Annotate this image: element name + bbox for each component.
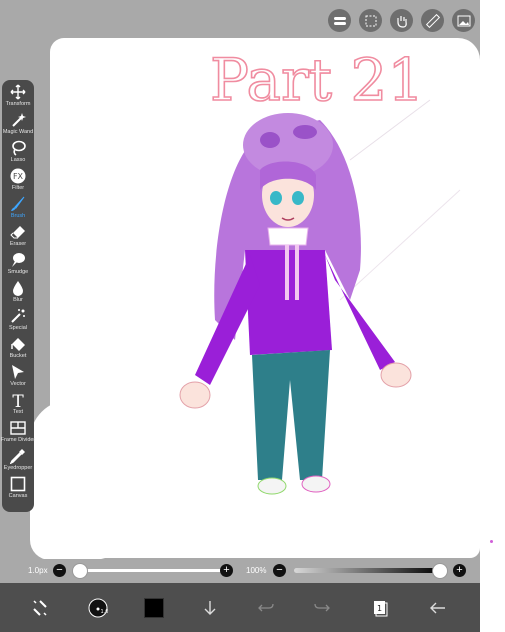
tool-special[interactable]: Special xyxy=(2,308,34,336)
tool-label: Brush xyxy=(10,213,26,219)
smudge-icon xyxy=(12,253,25,267)
brush-size-label: 1.0px xyxy=(28,566,48,575)
brush-settings-button[interactable]: 1.0 xyxy=(86,596,110,620)
svg-text:T: T xyxy=(12,392,24,408)
frame-divider-icon xyxy=(10,421,26,435)
tool-vector[interactable]: Vector xyxy=(2,364,34,392)
undo-icon xyxy=(258,603,274,612)
ruler-button[interactable] xyxy=(421,9,444,32)
tool-label: Filter xyxy=(11,185,25,191)
tool-eraser[interactable]: Eraser xyxy=(2,224,34,252)
tool-label: Transform xyxy=(5,101,31,107)
vector-icon xyxy=(12,365,24,379)
text-icon: T xyxy=(12,392,24,408)
tool-transform[interactable]: Transform xyxy=(2,84,34,112)
download-icon xyxy=(204,601,216,615)
tool-label: Blur xyxy=(13,297,23,303)
lasso-icon xyxy=(12,140,26,156)
tool-label: Special xyxy=(8,325,28,331)
back-button[interactable] xyxy=(426,596,450,620)
hand-icon xyxy=(396,15,407,28)
canvas-dot xyxy=(490,540,493,543)
tool-label: Text xyxy=(12,409,24,415)
tool-blur[interactable]: Blur xyxy=(2,280,34,308)
download-button[interactable] xyxy=(198,596,222,620)
fx-icon: FX xyxy=(10,168,26,184)
brush-size-knob[interactable] xyxy=(72,563,88,579)
selection-button[interactable] xyxy=(359,9,382,32)
character-artwork: Part 21 xyxy=(179,45,461,495)
eyedropper-icon xyxy=(10,449,25,464)
canvas-icon xyxy=(10,476,26,492)
redo-button[interactable] xyxy=(310,596,334,620)
magic-wand-icon xyxy=(12,113,26,127)
eraser-icon xyxy=(10,226,25,239)
tool-filter[interactable]: FX Filter xyxy=(2,168,34,196)
ruler-icon xyxy=(425,13,440,28)
tool-lasso[interactable]: Lasso xyxy=(2,140,34,168)
svg-text:1.0: 1.0 xyxy=(101,609,109,615)
image-icon xyxy=(457,15,470,26)
tool-label: Smudge xyxy=(7,269,29,275)
blur-icon xyxy=(13,281,23,296)
slider-bar: 1.0px − + 100% − + xyxy=(0,559,480,583)
opacity-knob[interactable] xyxy=(432,563,448,579)
quick-menu-icon xyxy=(33,600,47,616)
opacity-decrease-button[interactable]: − xyxy=(273,564,286,577)
tool-brush[interactable]: Brush xyxy=(2,196,34,224)
tool-label: Canvas xyxy=(8,493,28,499)
undo-button[interactable] xyxy=(254,596,278,620)
tool-label: Vector xyxy=(10,381,26,387)
color-button[interactable] xyxy=(142,596,166,620)
canvas-title-text: Part 21 xyxy=(210,46,424,114)
tool-canvas[interactable]: Canvas xyxy=(2,476,34,504)
brush-settings-icon: 1.0 xyxy=(88,598,108,618)
layers-button[interactable]: 1 xyxy=(368,596,392,620)
opacity-increase-button[interactable]: + xyxy=(453,564,466,577)
canvas-paint-spill xyxy=(30,400,150,560)
tool-text[interactable]: T Text xyxy=(2,392,34,420)
image-button[interactable] xyxy=(452,9,475,32)
redo-icon xyxy=(314,603,330,612)
toggle-button[interactable] xyxy=(328,9,351,32)
tool-label: Eraser xyxy=(9,241,27,247)
tool-label: Lasso xyxy=(10,157,26,163)
tool-eyedropper[interactable]: Eyedropper xyxy=(2,448,34,476)
top-toolbar xyxy=(328,9,475,32)
tool-label: Eyedropper xyxy=(3,465,33,471)
tool-smudge[interactable]: Smudge xyxy=(2,252,34,280)
brush-size-decrease-button[interactable]: − xyxy=(53,564,66,577)
tool-bucket[interactable]: Bucket xyxy=(2,336,34,364)
bucket-icon xyxy=(11,338,25,351)
brush-size-increase-button[interactable]: + xyxy=(220,564,233,577)
transform-icon xyxy=(10,84,26,100)
tool-frame-divider[interactable]: Frame Divider xyxy=(0,420,36,448)
color-swatch xyxy=(144,598,164,618)
layer-count: 1 xyxy=(377,604,382,613)
app-frame: Part 21 Transform Magic Wand Lasso FX Fi… xyxy=(0,0,480,632)
tool-magic-wand[interactable]: Magic Wand xyxy=(2,112,34,140)
tool-label: Frame Divider xyxy=(0,437,36,443)
quick-menu-button[interactable] xyxy=(28,596,52,620)
opacity-slider[interactable] xyxy=(294,568,442,573)
special-icon xyxy=(11,309,25,323)
layers-icon: 1 xyxy=(374,601,388,617)
back-arrow-icon xyxy=(430,602,445,614)
tool-label: Magic Wand xyxy=(2,129,34,135)
brush-icon xyxy=(11,196,25,211)
brush-size-slider[interactable] xyxy=(78,569,226,572)
opacity-label: 100% xyxy=(246,566,267,575)
svg-text:FX: FX xyxy=(13,172,24,181)
hand-button[interactable] xyxy=(390,9,413,32)
toolbox: Transform Magic Wand Lasso FX Filter Bru… xyxy=(0,80,36,512)
toggle-icon xyxy=(333,16,346,25)
tool-label: Bucket xyxy=(9,353,27,359)
bottom-toolbar: 1.0 1 xyxy=(0,583,480,632)
selection-icon xyxy=(365,15,376,26)
